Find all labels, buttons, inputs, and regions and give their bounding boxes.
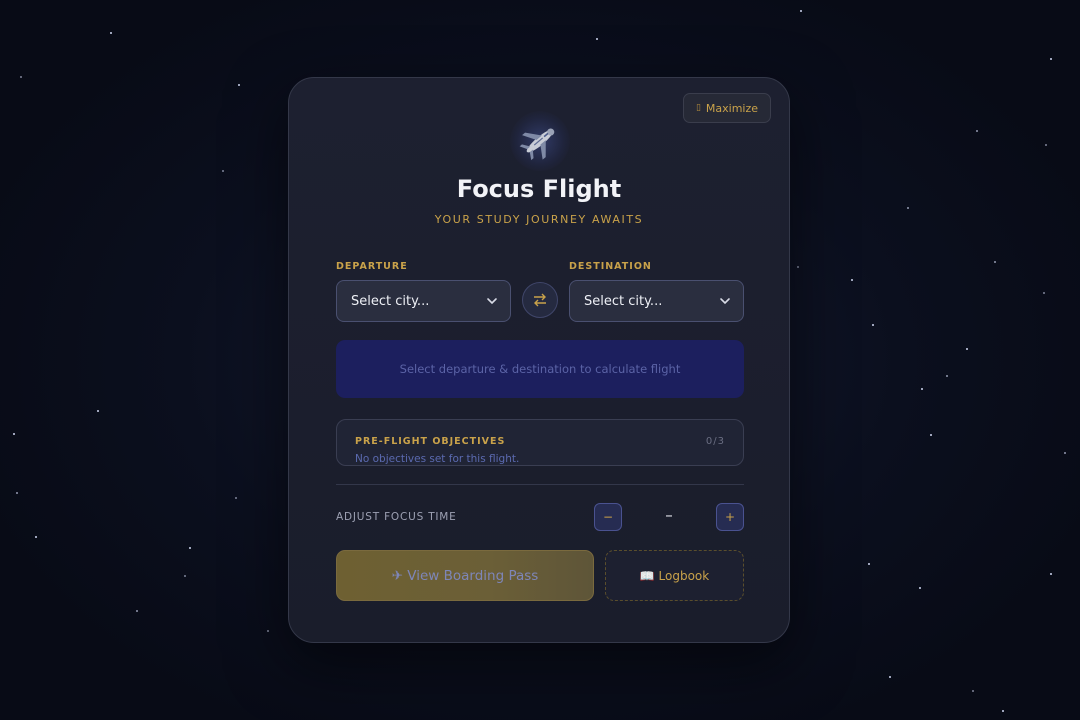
departure-select[interactable]: Select city...: [336, 280, 511, 322]
logbook-label: 📖 Logbook: [639, 568, 710, 583]
increase-time-button[interactable]: +: [716, 503, 744, 531]
decrease-time-button[interactable]: −: [594, 503, 622, 531]
preflight-objectives-panel[interactable]: PRE-FLIGHT OBJECTIVES 0/3 No objectives …: [336, 419, 744, 466]
maximize-button[interactable]: ▯ Maximize: [683, 93, 771, 123]
chevron-down-icon: [720, 298, 730, 305]
view-boarding-pass-button[interactable]: ✈ View Boarding Pass: [336, 550, 594, 601]
focus-time-value: –: [665, 506, 673, 524]
page-title: Focus Flight: [456, 175, 622, 203]
focus-flight-card: ▯ Maximize Focus Flight YOUR STUDY JOURN…: [288, 77, 790, 643]
route-prompt: Select departure & destination to calcul…: [399, 362, 681, 376]
objectives-title: PRE-FLIGHT OBJECTIVES: [355, 436, 506, 447]
minus-icon: −: [602, 510, 614, 524]
airplane-icon: [519, 128, 555, 161]
swap-cities-button[interactable]: [522, 282, 558, 318]
objectives-count: 0/3: [705, 436, 725, 447]
destination-label: DESTINATION: [569, 261, 652, 272]
swap-arrows-icon: [534, 293, 546, 307]
destination-select-value: Select city...: [584, 293, 663, 309]
logbook-button[interactable]: 📖 Logbook: [605, 550, 744, 601]
flight-route-panel: Select departure & destination to calcul…: [336, 340, 744, 398]
maximize-label: Maximize: [705, 101, 759, 115]
departure-select-value: Select city...: [351, 293, 430, 309]
adjust-focus-time-label: ADJUST FOCUS TIME: [336, 511, 457, 523]
boarding-pass-label: ✈ View Boarding Pass: [391, 567, 539, 584]
departure-label: DEPARTURE: [336, 261, 408, 272]
divider: [336, 484, 744, 485]
plus-icon: +: [724, 510, 736, 524]
airplane-badge: [510, 111, 570, 171]
maximize-icon: ▯: [695, 103, 701, 113]
page-subtitle: YOUR STUDY JOURNEY AWAITS: [434, 213, 644, 226]
chevron-down-icon: [487, 298, 497, 305]
destination-select[interactable]: Select city...: [569, 280, 744, 322]
objectives-empty-text: No objectives set for this flight.: [355, 453, 520, 465]
